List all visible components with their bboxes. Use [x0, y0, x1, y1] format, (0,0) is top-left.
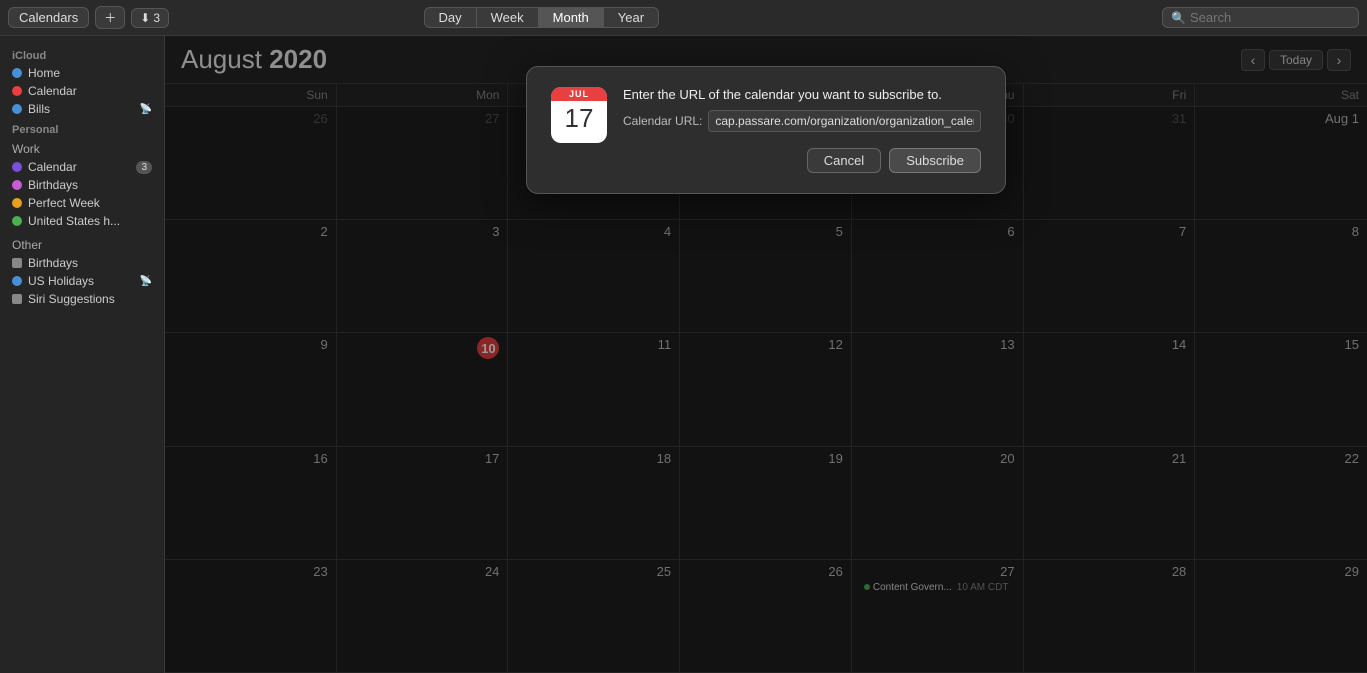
sidebar-item-bills[interactable]: Bills 📡: [0, 100, 164, 118]
sidebar: iCloud Home Calendar Bills 📡 Personal Wo…: [0, 36, 165, 673]
sidebar-item-perfect-week[interactable]: Perfect Week: [0, 194, 164, 212]
sidebar-item-birthdays-work[interactable]: Birthdays: [0, 176, 164, 194]
download-count: 3: [153, 11, 160, 25]
personal-section-label: Personal: [0, 118, 164, 138]
nav-day-button[interactable]: Day: [425, 8, 477, 27]
modal-overlay: JUL 17 Enter the URL of the calendar you…: [165, 36, 1367, 673]
sidebar-item-label: Bills: [28, 102, 50, 116]
home-dot: [12, 68, 22, 78]
sidebar-item-label: United States h...: [28, 214, 120, 228]
download-button[interactable]: ⬇ 3: [131, 8, 169, 28]
sidebar-item-us-holidays[interactable]: United States h...: [0, 212, 164, 230]
modal-url-input[interactable]: [708, 110, 981, 132]
calendars-button[interactable]: Calendars: [8, 7, 89, 28]
subscribe-button[interactable]: Subscribe: [889, 148, 981, 173]
sidebar-item-label: US Holidays: [28, 274, 94, 288]
nav-week-button[interactable]: Week: [477, 8, 539, 27]
bills-dot: [12, 104, 22, 114]
nav-month-button[interactable]: Month: [539, 8, 604, 27]
modal-icon-day: 17: [565, 103, 594, 134]
sidebar-item-label: Calendar: [28, 160, 77, 174]
modal-icon: JUL 17: [551, 87, 607, 143]
modal-icon-month: JUL: [551, 87, 607, 101]
subscribe-modal: JUL 17 Enter the URL of the calendar you…: [526, 66, 1006, 194]
sidebar-item-work-calendar[interactable]: Calendar 3: [0, 158, 164, 176]
sidebar-item-label: Birthdays: [28, 178, 78, 192]
us-holidays-dot: [12, 216, 22, 226]
sidebar-item-label: Perfect Week: [28, 196, 100, 210]
icloud-section-label: iCloud: [0, 44, 164, 64]
top-bar-left: Calendars ＋ ⬇ 3: [8, 6, 169, 29]
sidebar-item-home[interactable]: Home: [0, 64, 164, 82]
sidebar-item-birthdays-other[interactable]: Birthdays: [0, 254, 164, 272]
us-holidays-other-dot: [12, 276, 22, 286]
calendar-badge: 3: [136, 161, 152, 174]
nav-year-button[interactable]: Year: [604, 8, 658, 27]
sidebar-item-siri-suggestions[interactable]: Siri Suggestions: [0, 290, 164, 308]
sidebar-item-calendar-icloud[interactable]: Calendar: [0, 82, 164, 100]
siri-dot: [12, 294, 22, 304]
search-box: 🔍: [1162, 7, 1359, 28]
birthdays-dot: [12, 180, 22, 190]
calendar-area: August 2020 ‹ Today › Sun Mon Tue Wed Th…: [165, 36, 1367, 673]
work-calendar-dot: [12, 162, 22, 172]
modal-content: Enter the URL of the calendar you want t…: [623, 87, 981, 173]
cancel-button[interactable]: Cancel: [807, 148, 881, 173]
modal-url-row: Calendar URL:: [623, 110, 981, 132]
antenna-icon: 📡: [140, 104, 152, 115]
sidebar-item-label: Home: [28, 66, 60, 80]
top-bar: Calendars ＋ ⬇ 3 Day Week Month Year 🔍: [0, 0, 1367, 36]
download-icon: ⬇: [140, 11, 150, 25]
modal-title: Enter the URL of the calendar you want t…: [623, 87, 981, 102]
sidebar-item-us-holidays-other[interactable]: US Holidays 📡: [0, 272, 164, 290]
sidebar-item-label: Calendar: [28, 84, 77, 98]
sidebar-item-label: Siri Suggestions: [28, 292, 115, 306]
modal-buttons: Cancel Subscribe: [623, 148, 981, 173]
calendar-dot: [12, 86, 22, 96]
work-section-label: Work: [0, 138, 164, 158]
modal-url-label: Calendar URL:: [623, 114, 702, 128]
antenna-icon-2: 📡: [140, 276, 152, 287]
perfect-week-dot: [12, 198, 22, 208]
add-calendar-button[interactable]: ＋: [95, 6, 125, 29]
other-section-label: Other: [0, 230, 164, 254]
search-icon: 🔍: [1171, 11, 1186, 25]
birthdays-other-dot: [12, 258, 22, 268]
main-area: iCloud Home Calendar Bills 📡 Personal Wo…: [0, 36, 1367, 673]
search-input[interactable]: [1190, 10, 1350, 25]
view-nav-group: Day Week Month Year: [424, 7, 660, 28]
sidebar-item-label: Birthdays: [28, 256, 78, 270]
